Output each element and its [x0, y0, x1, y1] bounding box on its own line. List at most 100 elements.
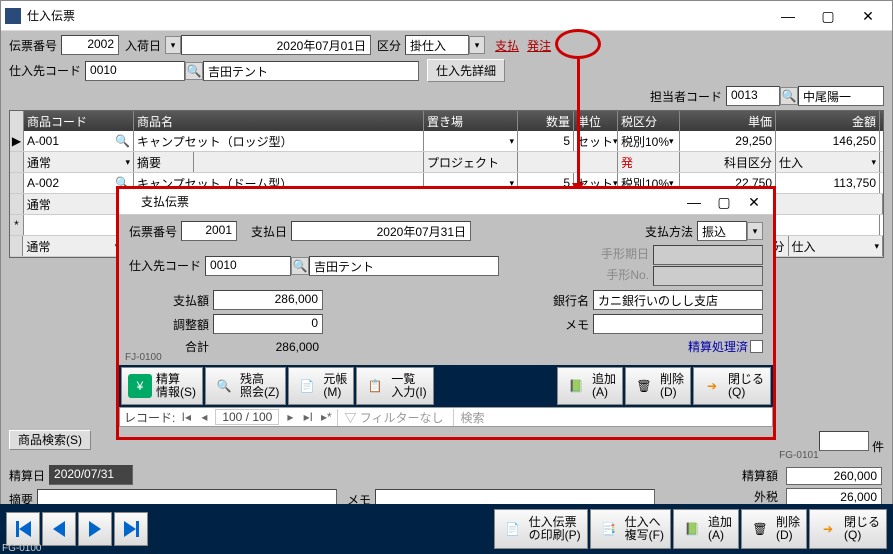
motocho-button[interactable]: 📄元帳 (M)	[288, 367, 354, 405]
staff-name-field[interactable]: 中尾陽一	[798, 86, 884, 106]
supplier-search-button[interactable]: 🔍	[185, 62, 203, 80]
list-button[interactable]: 📋一覧 入力(I)	[356, 367, 433, 405]
supplier-code-field[interactable]: 0010	[85, 61, 185, 81]
add-button[interactable]: 📗追加 (A)	[557, 367, 623, 405]
sub-paymethod-dropdown[interactable]: ▾	[747, 222, 763, 240]
order-link[interactable]: 発注	[527, 37, 551, 54]
sub-slip-no-label: 伝票番号	[129, 223, 177, 240]
bank-field[interactable]: カニ銀行いのしし支店	[593, 290, 763, 310]
rec-pos[interactable]: 100 / 100	[215, 409, 279, 425]
cell-code: A-001	[27, 134, 59, 148]
nav-last[interactable]	[114, 512, 148, 546]
sub-hatsu: 発	[621, 154, 633, 171]
rec-new[interactable]: ▸*	[319, 410, 333, 424]
sub-paymethod-label: 支払方法	[645, 223, 693, 240]
sub-paymethod[interactable]: 振込	[697, 221, 747, 241]
cell-qty: 5	[518, 131, 574, 151]
rec-filter[interactable]: ▽ フィルターなし	[337, 409, 449, 426]
sub-settlement-checkbox[interactable]	[750, 340, 763, 353]
sub-account: 科目区分	[680, 152, 776, 172]
sub-close[interactable]: ✕	[739, 191, 769, 213]
col-qty: 数量	[518, 111, 574, 131]
footer-add-button[interactable]: 📗追加 (A)	[673, 509, 739, 549]
tegata-date-field	[653, 245, 763, 265]
adjust-field[interactable]: 0	[213, 314, 323, 334]
arrival-dropdown[interactable]: ▾	[165, 36, 181, 54]
nav-first[interactable]	[6, 512, 40, 546]
sub-supplier-search[interactable]: 🔍	[291, 257, 309, 275]
sub-shiire: 仕入	[792, 238, 816, 255]
sub-supplier-name[interactable]: 吉田テント	[309, 256, 499, 276]
kubun-field[interactable]: 掛仕入	[405, 35, 469, 55]
col-price: 単価	[680, 111, 776, 131]
sub-title: 支払伝票	[141, 193, 679, 210]
sub-form-code: FJ-0100	[125, 352, 162, 363]
footer-print-button[interactable]: 📄仕入伝票 の印刷(P)	[494, 509, 588, 549]
sub-paydate-label: 支払日	[251, 223, 287, 240]
seisan-button[interactable]: ¥精算 情報(S)	[121, 367, 203, 405]
subtotal-value: 260,000	[786, 467, 882, 485]
payamount[interactable]: 286,000	[213, 290, 323, 310]
del-button[interactable]: 🗑削除 (D)	[625, 367, 691, 405]
sub-app-icon	[123, 195, 137, 209]
arrival-label: 入荷日	[125, 37, 161, 54]
footer-del-button[interactable]: 🗑削除 (D)	[741, 509, 807, 549]
rec-next[interactable]: ▸	[283, 410, 297, 424]
sub-supplier-code[interactable]: 0010	[205, 256, 291, 276]
sub-settlement-label: 精算処理済	[688, 338, 748, 355]
titlebar: 仕入伝票 — ▢ ✕	[1, 1, 892, 31]
pay-link[interactable]: 支払	[495, 37, 519, 54]
staff-search-button[interactable]: 🔍	[780, 87, 798, 105]
footer-copy-button[interactable]: 📑仕入へ 複写(F)	[590, 509, 671, 549]
record-label: レコード:	[124, 409, 175, 426]
sub-toolbar: ¥精算 情報(S) 🔍残高 照会(Z) 📄元帳 (M) 📋一覧 入力(I) 📗追…	[119, 365, 773, 407]
settle-date-field[interactable]: 2020/07/31	[49, 465, 133, 485]
close-button[interactable]: ✕	[848, 2, 888, 30]
rec-last[interactable]: ▸I	[301, 410, 315, 424]
cell-unit: セット	[577, 133, 613, 150]
sub-paydate[interactable]: 2020年07月31日	[291, 221, 471, 241]
tegata-date-label: 手形期日	[593, 245, 649, 265]
cell-taxd: 税別10%	[621, 133, 669, 150]
payment-subwindow: 支払伝票 — ▢ ✕ 伝票番号 2001 支払日 2020年07月31日 支払方…	[116, 186, 776, 440]
footer-close-button[interactable]: ➔閉じる (Q)	[809, 509, 887, 549]
col-unit: 単位	[574, 111, 618, 131]
rec-first[interactable]: I◂	[179, 410, 193, 424]
nav-prev[interactable]	[42, 512, 76, 546]
slip-no-field[interactable]: 2002	[61, 35, 119, 55]
window-title: 仕入伝票	[27, 7, 768, 24]
cell-amt: 146,250	[776, 131, 880, 151]
cell-code: A-002	[27, 176, 59, 190]
submemo-field[interactable]	[593, 314, 763, 334]
subtotal-label: 精算額	[742, 467, 778, 485]
kubun-label: 区分	[377, 37, 401, 54]
supplier-detail-button[interactable]: 仕入先詳細	[427, 59, 505, 82]
product-search-button[interactable]: 商品検索(S)	[9, 430, 91, 450]
table-row[interactable]: ▶ A-001🔍 キャンプセット（ロッジ型） ▾ 5 セット▾ 税別10%▾ 2…	[10, 131, 883, 152]
kubun-dropdown[interactable]: ▾	[469, 36, 485, 54]
sub-maximize[interactable]: ▢	[709, 191, 739, 213]
sub-shiire: 仕入	[779, 154, 803, 171]
cell-price: 29,250	[680, 131, 776, 151]
grid-header: 商品コード 商品名 置き場 数量 単位 税区分 単価 金額	[10, 111, 883, 131]
nav-next[interactable]	[78, 512, 112, 546]
staff-code-field[interactable]: 0013	[726, 86, 780, 106]
zandaka-button[interactable]: 🔍残高 照会(Z)	[205, 367, 286, 405]
count-field	[819, 431, 869, 451]
supplier-name-field[interactable]: 吉田テント	[203, 61, 419, 81]
minimize-button[interactable]: —	[768, 2, 808, 30]
sub-minimize[interactable]: —	[679, 191, 709, 213]
maximize-button[interactable]: ▢	[808, 2, 848, 30]
rec-search[interactable]: 検索	[453, 409, 490, 426]
rec-prev[interactable]: ◂	[197, 410, 211, 424]
sub-slip-no[interactable]: 2001	[181, 221, 237, 241]
subtotal-value: 286,000	[213, 339, 323, 355]
arrival-field[interactable]: 2020年07月01日	[181, 35, 371, 55]
sub-titlebar: 支払伝票 — ▢ ✕	[119, 189, 773, 215]
col-place: 置き場	[424, 111, 518, 131]
ken-label: 件	[872, 440, 884, 454]
close-subwin-button[interactable]: ➔閉じる (Q)	[693, 367, 771, 405]
sub-normal: 通常	[26, 238, 50, 255]
bank-label: 銀行名	[553, 292, 589, 309]
sub-project: プロジェクト	[424, 152, 518, 172]
